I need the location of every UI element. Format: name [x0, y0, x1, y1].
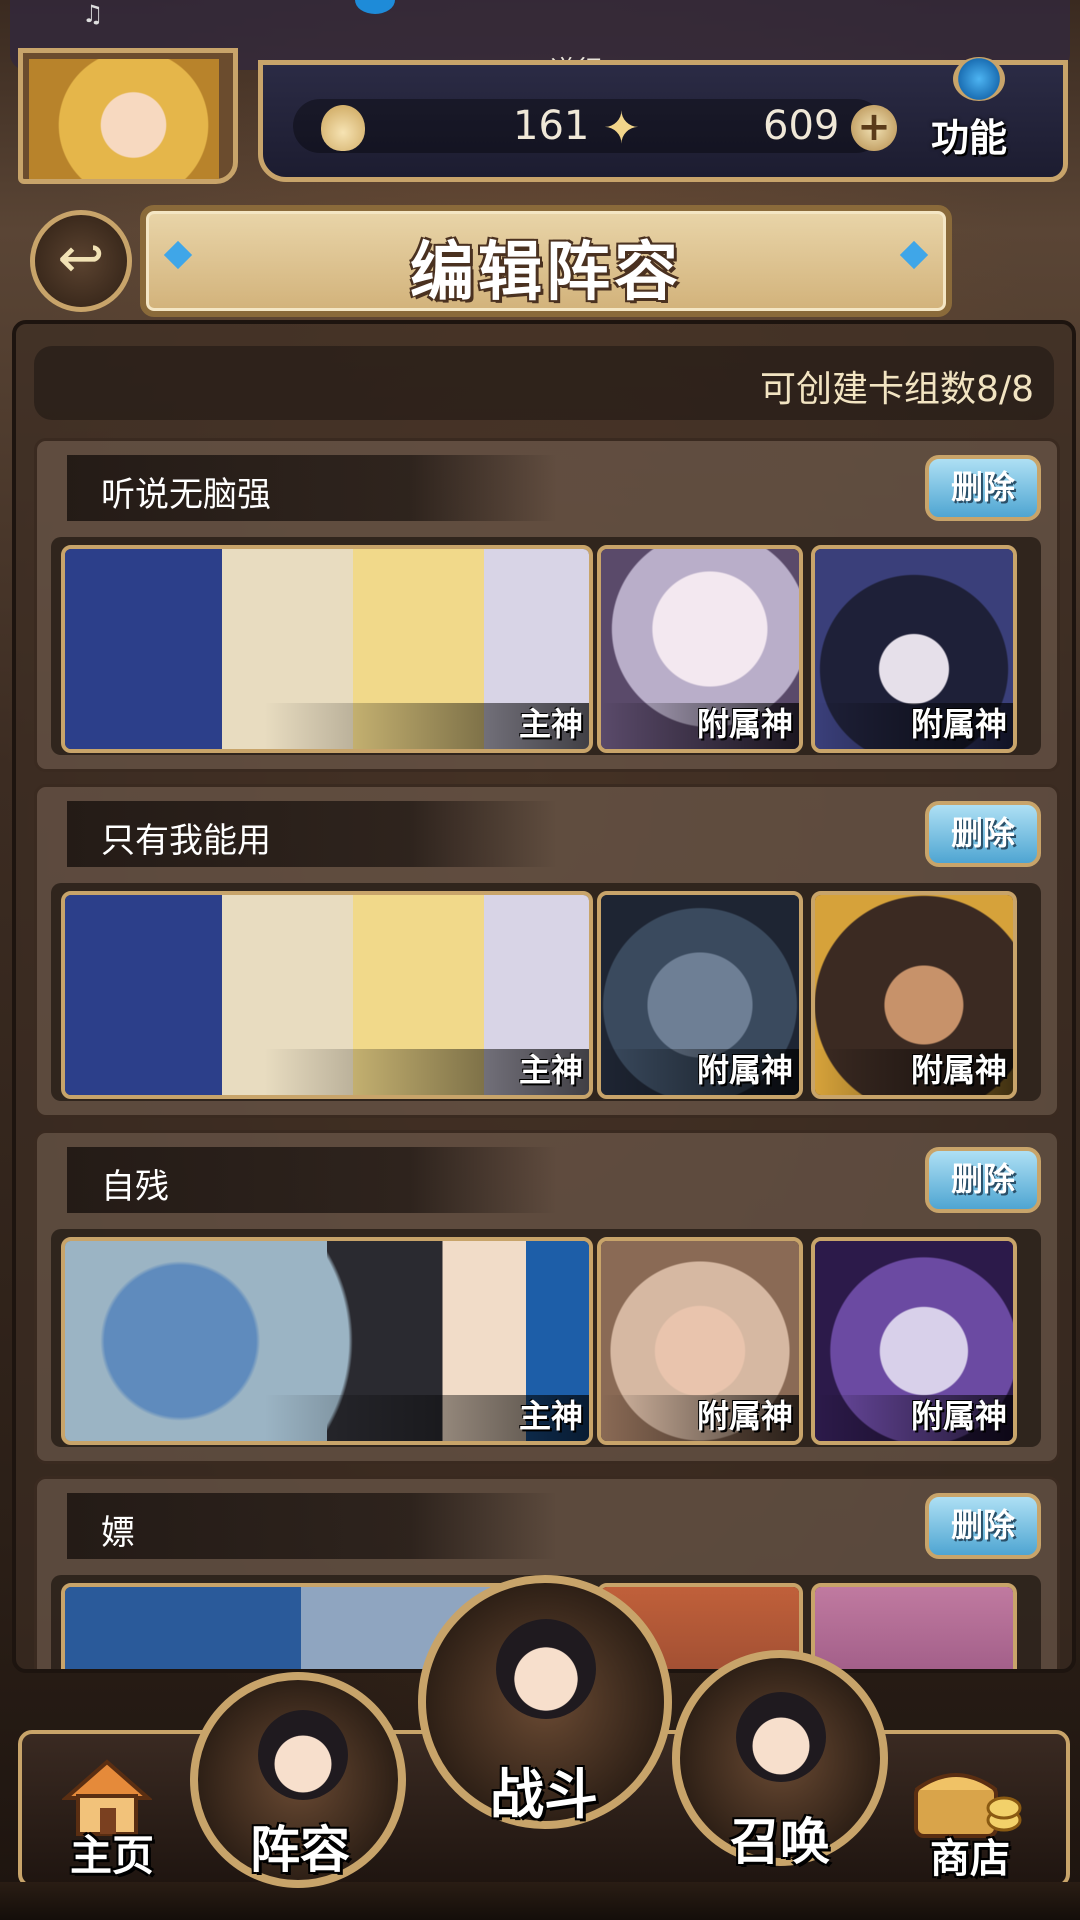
chibi-character-icon: [736, 1692, 826, 1782]
function-gem-icon[interactable]: [953, 57, 1005, 101]
card-role-label: 附属神: [910, 1397, 1007, 1435]
notification-dot-icon: [355, 0, 395, 14]
sub-god-card[interactable]: 附属神: [811, 545, 1017, 753]
player-avatar[interactable]: [18, 48, 238, 184]
add-currency-button[interactable]: +: [851, 105, 897, 151]
cards-tray: 主神 附属神 附属神: [51, 537, 1041, 755]
resource-panel: 161 ✦ 609 + 功能: [258, 57, 1068, 182]
delete-deck-button[interactable]: 删除: [925, 1493, 1041, 1559]
back-button[interactable]: ↩: [30, 210, 132, 312]
function-button[interactable]: 功能: [931, 107, 1007, 162]
card-role-label: 附属神: [910, 705, 1007, 743]
cards-tray: 主神 附属神 附属神: [51, 883, 1041, 1101]
deck-list-panel: 可创建卡组数8/8 听说无脑强 删除 主神 附属神 附属神 只有我能用 删除 主…: [12, 320, 1076, 1673]
deck-count-bar: 可创建卡组数8/8: [34, 346, 1054, 420]
earbuds-icon: ♫: [82, 0, 104, 28]
card-role-label: 附属神: [696, 705, 793, 743]
sub-god-card[interactable]: 附属神: [597, 891, 803, 1099]
nav-trim: [0, 1882, 1080, 1920]
card-role-label: 附属神: [910, 1051, 1007, 1089]
deck-name-bar: 自残: [67, 1147, 557, 1213]
main-god-card[interactable]: 主神: [61, 545, 593, 753]
deck-item[interactable]: 只有我能用 删除 主神 附属神 附属神: [34, 784, 1060, 1118]
avatar-portrait: [29, 59, 219, 179]
deck-name-bar: 听说无脑强: [67, 455, 557, 521]
nav-lineup-label[interactable]: 阵容: [250, 1810, 350, 1882]
delete-deck-button[interactable]: 删除: [925, 455, 1041, 521]
deck-name: 只有我能用: [101, 821, 271, 861]
nav-home-label[interactable]: 主页: [70, 1822, 154, 1883]
main-god-card[interactable]: 主神: [61, 1237, 593, 1445]
deck-item[interactable]: 听说无脑强 删除 主神 附属神 附属神: [34, 438, 1060, 772]
delete-deck-button[interactable]: 删除: [925, 801, 1041, 867]
cards-tray: 主神 附属神 附属神: [51, 1229, 1041, 1447]
sub-god-card[interactable]: [811, 1583, 1017, 1669]
title-banner: 编辑阵容: [140, 205, 952, 317]
sub-god-card[interactable]: 附属神: [597, 1237, 803, 1445]
sub-god-card[interactable]: 附属神: [811, 1237, 1017, 1445]
nav-shop-label[interactable]: 商店: [930, 1826, 1010, 1884]
deck-name: 听说无脑强: [101, 475, 271, 515]
card-role-label: 主神: [518, 1051, 583, 1089]
butterfly-count: 609: [763, 103, 840, 149]
sub-god-card[interactable]: 附属神: [811, 891, 1017, 1099]
card-art: [815, 1587, 1013, 1669]
sub-god-card[interactable]: 附属神: [597, 545, 803, 753]
card-role-label: 主神: [518, 1397, 583, 1435]
chibi-character-icon: [258, 1710, 348, 1800]
flame-count: 161: [513, 103, 590, 149]
page-title: 编辑阵容: [410, 236, 682, 310]
deck-item[interactable]: 自残 删除 主神 附属神 附属神: [34, 1130, 1060, 1464]
nav-battle-label[interactable]: 战斗: [490, 1750, 598, 1829]
card-role-label: 附属神: [696, 1051, 793, 1089]
deck-name-bar: 只有我能用: [67, 801, 557, 867]
deck-count-text: 可创建卡组数8/8: [760, 369, 1034, 410]
deck-name: 嫖: [101, 1513, 135, 1553]
card-role-label: 附属神: [696, 1397, 793, 1435]
flame-icon: [321, 105, 365, 151]
nav-summon-label[interactable]: 召唤: [730, 1802, 830, 1874]
butterfly-icon: ✦: [603, 103, 640, 154]
main-god-card[interactable]: 主神: [61, 891, 593, 1099]
deck-name-bar: 嫖: [67, 1493, 557, 1559]
deck-name: 自残: [101, 1167, 169, 1207]
delete-deck-button[interactable]: 删除: [925, 1147, 1041, 1213]
card-role-label: 主神: [518, 705, 583, 743]
chibi-character-icon: [496, 1619, 596, 1719]
